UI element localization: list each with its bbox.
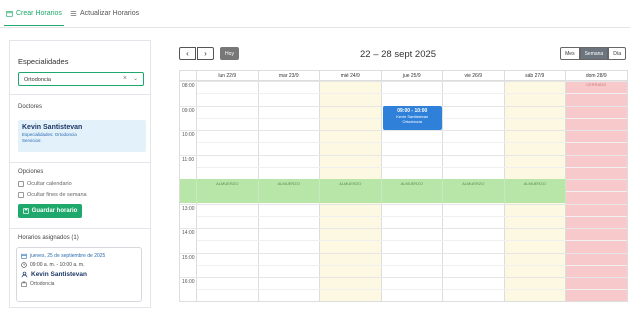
lunch-label: ALMUERZO: [400, 181, 423, 186]
clock-icon: [21, 262, 27, 268]
lunch-block[interactable]: ALMUERZO: [443, 179, 505, 203]
horarios-asignados-panel: Horarios asignados (1) jueves, 25 de sep…: [9, 228, 151, 308]
time-label: 16:00: [182, 279, 195, 285]
view-week-button[interactable]: Semana: [579, 47, 609, 60]
day-header: jue 25/9: [381, 71, 443, 81]
time-label: 08:00: [182, 83, 195, 89]
chevron-left-icon: ‹: [186, 49, 189, 58]
checkbox-label: Ocultar calendario: [27, 181, 72, 187]
hour-line: [180, 154, 627, 156]
appointment-event[interactable]: 09:00 - 10:00 Kevin Santistevan Ortodoncia: [382, 105, 442, 130]
half-hour-line: [197, 142, 627, 144]
time-label: 11:00: [182, 156, 195, 163]
tab-crear-horarios[interactable]: Crear Horarios: [4, 10, 64, 26]
view-day-button[interactable]: Día: [608, 47, 626, 60]
lunch-block[interactable]: ALMUERZO: [197, 179, 259, 203]
calendar-icon: [21, 253, 27, 259]
doctores-panel: Doctores Kevin Santistevan Especialidade…: [9, 94, 151, 162]
doctor-name: Kevin Santistevan: [22, 124, 83, 131]
time-label: 10:00: [182, 132, 195, 138]
calendar: ‹ › Hoy 22 – 28 sept 2025 Mes Semana Día…: [170, 40, 628, 311]
opciones-title: Opciones: [18, 169, 44, 175]
calendar-title: 22 – 28 sept 2025: [360, 49, 437, 60]
hour-line: [180, 130, 627, 131]
day-header: dom 28/9: [566, 71, 628, 81]
save-icon: [22, 208, 29, 214]
save-label: Guardar horario: [31, 208, 78, 214]
doctor-servicios: Servicios:: [22, 138, 42, 143]
time-label: 14:00: [182, 230, 195, 236]
view-switcher: Mes Semana Día: [560, 47, 626, 60]
tab-actualizar-horarios[interactable]: Actualizar Horarios: [70, 10, 139, 17]
assigned-doctor: Kevin Santistevan: [31, 271, 87, 278]
horarios-asignados-title: Horarios asignados (1): [18, 235, 79, 241]
half-hour-line: [197, 166, 627, 168]
half-hour-line: [197, 93, 627, 95]
clear-icon[interactable]: ×: [123, 75, 127, 82]
hour-line: [180, 81, 627, 82]
user-icon: [21, 271, 28, 278]
tab-label: Crear Horarios: [16, 10, 62, 17]
especialidades-title: Especialidades: [18, 57, 69, 66]
view-month-button[interactable]: Mes: [560, 47, 580, 60]
today-button[interactable]: Hoy: [220, 47, 239, 60]
prev-week-button[interactable]: ‹: [179, 47, 196, 60]
doctor-especialidades: Especialidades: Ortodoncia: [22, 132, 77, 137]
save-schedule-button[interactable]: Guardar horario: [18, 204, 82, 218]
lunch-gutter: [180, 179, 197, 203]
assigned-date: jueves, 25 de septiembre de 2025: [30, 253, 106, 259]
medkit-icon: [21, 281, 27, 287]
hide-calendar-checkbox[interactable]: Ocultar calendario: [18, 181, 72, 187]
lunch-label: ALMUERZO: [277, 181, 300, 186]
time-label: 15:00: [182, 254, 195, 261]
week-grid: lun 22/9 mar 23/9 mié 24/9 jue 25/9 vie 26/9…: [179, 70, 628, 302]
half-hour-line: [197, 215, 627, 217]
day-header: sáb 27/9: [504, 71, 566, 81]
lunch-label: ALMUERZO: [523, 181, 546, 186]
doctor-card[interactable]: Kevin Santistevan Especialidades: Ortodo…: [18, 120, 146, 152]
lunch-block[interactable]: ALMUERZO: [320, 179, 382, 203]
lunch-label: ALMUERZO: [216, 181, 239, 186]
hide-weekends-checkbox[interactable]: Ocultar fines de semana: [18, 192, 87, 198]
assigned-schedule-card[interactable]: jueves, 25 de septiembre de 2025 09:00 a…: [16, 247, 142, 302]
checkbox-label: Ocultar fines de semana: [27, 192, 87, 198]
tab-bar: Crear Horarios Actualizar Horarios: [0, 0, 630, 28]
lunch-block[interactable]: ALMUERZO: [258, 179, 320, 203]
hour-line: [180, 252, 627, 254]
especialidad-select[interactable]: Ortodoncia × ⌄: [18, 72, 144, 86]
select-value: Ortodoncia: [24, 76, 51, 83]
doctores-title: Doctores: [18, 104, 43, 110]
hour-line: [180, 203, 627, 205]
time-label: 09:00: [182, 107, 195, 114]
tab-label: Actualizar Horarios: [80, 10, 140, 17]
hour-line: [180, 228, 627, 229]
calendar-icon: [6, 11, 13, 17]
chevron-right-icon: ›: [204, 49, 207, 58]
chevron-down-icon[interactable]: ⌄: [133, 75, 138, 82]
list-icon: [70, 11, 77, 16]
hour-line: [180, 277, 627, 278]
checkbox-box[interactable]: [18, 181, 24, 187]
assigned-time: 09:00 a. m. - 10:00 a. m.: [30, 262, 85, 268]
half-hour-line: [197, 240, 627, 242]
lunch-label: ALMUERZO: [462, 181, 485, 186]
day-header: mié 24/9: [320, 71, 382, 81]
half-hour-line: [197, 264, 627, 266]
day-header: vie 26/9: [443, 71, 505, 81]
time-label: 13:00: [182, 205, 195, 212]
half-hour-line: [197, 289, 627, 291]
day-header: mar 23/9: [258, 71, 320, 81]
next-week-button[interactable]: ›: [197, 47, 214, 60]
opciones-panel: Opciones Ocultar calendario Ocultar fine…: [9, 162, 151, 228]
event-specialty: Ortodoncia: [402, 118, 423, 124]
time-gutter-header: [180, 71, 197, 81]
lunch-block[interactable]: ALMUERZO: [504, 179, 566, 203]
closed-label: CERRADO: [586, 82, 607, 87]
checkbox-box[interactable]: [18, 192, 24, 198]
day-header: lun 22/9: [197, 71, 259, 81]
lunch-label: ALMUERZO: [339, 181, 362, 186]
assigned-specialty: Ortodoncia: [30, 281, 55, 287]
especialidades-panel: Especialidades Ortodoncia × ⌄: [9, 40, 151, 94]
lunch-block[interactable]: ALMUERZO: [381, 179, 443, 203]
